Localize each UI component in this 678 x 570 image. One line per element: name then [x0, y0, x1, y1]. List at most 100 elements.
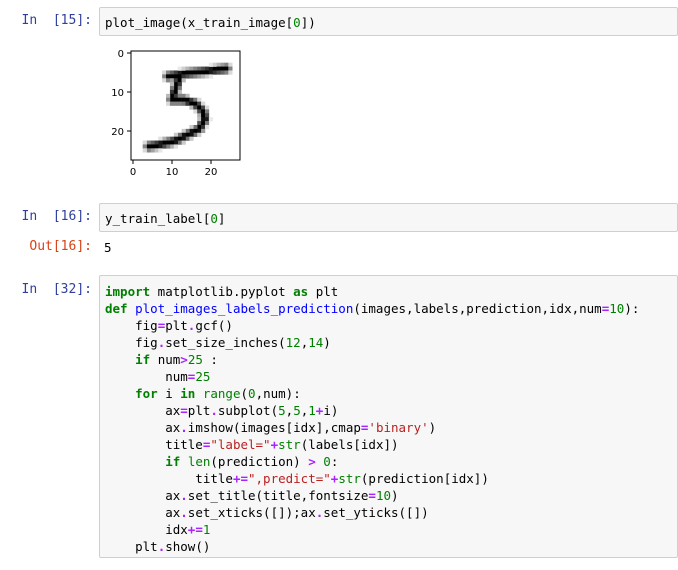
digit-pixel: [181, 128, 186, 134]
xtick-20: 20: [205, 167, 218, 178]
cell-15-input[interactable]: plot_image(x_train_image[0]): [99, 7, 678, 36]
code-token: len: [187, 454, 211, 469]
code-token: ): [428, 420, 437, 435]
code-token: num: [150, 352, 181, 367]
code-token: ]: [217, 211, 226, 226]
digit-pixel: [189, 70, 194, 75]
code-token: plt: [315, 284, 339, 299]
digit-pixel: [169, 101, 175, 106]
digit-pixel: [150, 148, 155, 153]
code-token: ,num):: [255, 386, 301, 401]
digit-pixel: [228, 70, 233, 75]
digit-pixel: [169, 93, 175, 99]
digit-pixel: [193, 101, 198, 106]
digit-pixel: [185, 66, 190, 71]
code-token: title: [105, 437, 203, 452]
code-token: ):: [624, 301, 640, 316]
code-token: for: [135, 386, 158, 401]
code-token: ax: [105, 420, 181, 435]
cell-32-input[interactable]: import matplotlib.pyplot as plt def plot…: [99, 275, 678, 558]
code-token: ax: [105, 403, 181, 418]
digit-pixel: [173, 86, 179, 91]
code-token: if: [135, 352, 151, 367]
digit-pixel: [177, 132, 182, 137]
digit-pixel: [162, 78, 167, 83]
digit-pixel: [201, 121, 206, 126]
digit-pixel: [216, 70, 221, 75]
digit-pixel: [212, 70, 217, 75]
digit-pixel: [185, 74, 190, 79]
digit-pixel: [204, 74, 210, 79]
code-token: i: [157, 386, 181, 401]
code-token: 0: [323, 454, 331, 469]
code-token: 1: [308, 403, 316, 418]
digit-pixel: [212, 62, 217, 67]
code-token: range: [202, 386, 241, 401]
digit-pixel: [173, 140, 179, 145]
cell-32-code[interactable]: import matplotlib.pyplot as plt def plot…: [105, 283, 677, 555]
digit-pixel: [189, 124, 194, 130]
digit-pixel: [177, 66, 182, 71]
digit-pixel: [201, 109, 206, 114]
digit-pixel: [197, 132, 202, 137]
digit-pixel: [166, 78, 171, 83]
digit-pixel: [212, 66, 217, 71]
cell-16-input[interactable]: y_train_label[0]: [99, 203, 678, 232]
digit-pixel: [142, 148, 147, 153]
code-token: fig: [105, 318, 158, 333]
digit-pixel: [177, 93, 182, 99]
code-token: 10: [375, 488, 392, 503]
digit-pixel: [154, 148, 159, 153]
code-token: (: [240, 386, 249, 401]
digit-pixel: [228, 62, 233, 67]
digit-pixel: [154, 140, 159, 145]
digit-pixel: [201, 70, 206, 75]
code-token: (: [180, 15, 188, 30]
digit-pixel: [173, 132, 179, 137]
digit-pixel: [201, 105, 206, 110]
digit-pixel: [204, 70, 210, 75]
digit-pixel: [177, 82, 182, 87]
digit-pixel: [204, 113, 210, 118]
digit-pixel: [173, 74, 179, 79]
code-token: 5: [278, 403, 286, 418]
digit-pixel: [181, 136, 186, 141]
digit-pixel: [220, 70, 225, 75]
digit-pixel: [189, 97, 194, 102]
digit-pixel: [177, 89, 182, 95]
digit-pixel: [204, 66, 210, 71]
digit-pixel: [189, 74, 194, 79]
code-token: +: [270, 437, 279, 452]
cell-15-code[interactable]: plot_image(x_train_image[0]): [105, 14, 677, 31]
code-token: title: [105, 471, 233, 486]
digit-pixel: [158, 140, 163, 145]
digit-pixel: [169, 140, 175, 145]
code-token: imshow(images[idx],cmap: [187, 420, 361, 435]
digit-pixel: [189, 136, 194, 141]
code-token: 5: [293, 403, 301, 418]
code-token: 0: [210, 211, 218, 226]
digit-pixel: [208, 70, 214, 75]
digit-pixel: [173, 97, 179, 102]
digit-pixel: [201, 113, 206, 118]
digit-pixel: [197, 70, 202, 75]
digit-pixel: [181, 93, 186, 99]
code-token: idx: [105, 522, 188, 537]
digit-pixel: [204, 121, 210, 126]
code-token: (images,labels,prediction,idx,num: [353, 301, 602, 316]
digit-pixel: [228, 66, 233, 71]
digit-pixel: [204, 117, 210, 122]
code-token: (prediction): [210, 454, 309, 469]
cell-16-code[interactable]: y_train_label[0]: [105, 210, 677, 227]
code-token: +=: [232, 471, 248, 486]
code-token: 0: [293, 15, 301, 30]
code-token: ): [391, 488, 399, 503]
digit-pixel: [177, 136, 182, 141]
digit-pixel: [150, 140, 155, 145]
code-token: ",predict=": [248, 471, 331, 486]
digit-pixel: [181, 101, 186, 106]
digit-pixel: [185, 101, 190, 106]
